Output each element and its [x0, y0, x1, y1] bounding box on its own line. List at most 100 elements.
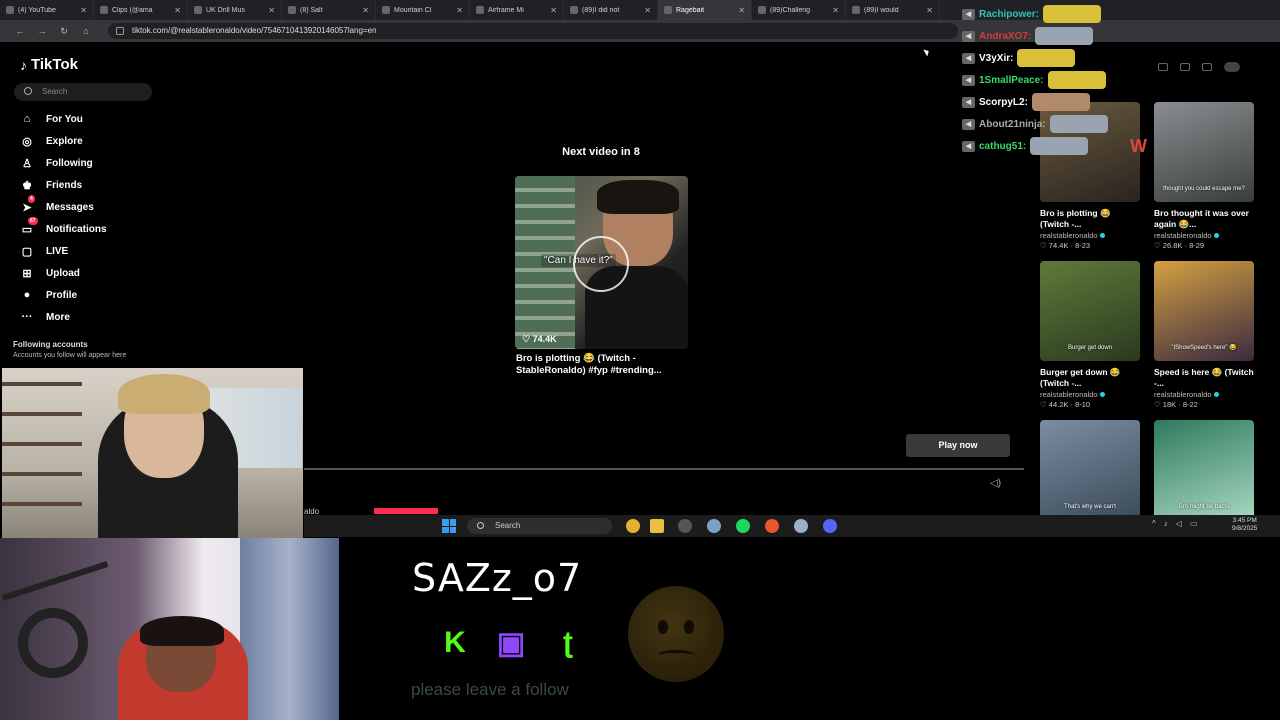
microphone-icon [18, 608, 88, 678]
play-now-button[interactable]: Play now [906, 434, 1010, 457]
kick-icon: K [444, 626, 466, 659]
mouse-cursor-icon [923, 47, 931, 57]
clock-date: 9/8/2025 [1232, 525, 1258, 532]
tray-mic-icon[interactable]: ♪ [1164, 519, 1168, 528]
related-thumbnail[interactable]: Bro might be Itachi [1154, 420, 1254, 520]
tab-close-icon[interactable]: ✕ [80, 6, 87, 15]
forward-icon[interactable]: → [36, 26, 48, 36]
clock-app-icon[interactable] [678, 519, 692, 533]
tab-favicon-icon [570, 6, 578, 14]
taskbar-search[interactable]: Search [467, 518, 612, 534]
sidebar-item-label: Notifications [46, 223, 107, 235]
tab-favicon-icon [6, 6, 14, 14]
browser-tab[interactable]: (89)I would ✕ [846, 0, 940, 20]
related-video-card[interactable]: That's why we can't [1040, 420, 1140, 520]
glyph: ⊞ [22, 267, 32, 280]
browser-tab[interactable]: Mountain Cl ✕ [376, 0, 470, 20]
play-circle-icon[interactable] [573, 236, 629, 292]
related-thumbnail[interactable]: That's why we can't [1040, 420, 1140, 520]
spotify-icon[interactable] [736, 519, 750, 533]
brave-icon[interactable] [765, 519, 779, 533]
compass-icon: ◎ [20, 134, 34, 148]
tab-close-icon[interactable]: ✕ [926, 6, 933, 15]
chrome-icon[interactable] [626, 519, 640, 533]
tab-close-icon[interactable]: ✕ [268, 6, 275, 15]
tray-volume-icon[interactable]: ◁ [1176, 519, 1182, 528]
related-author[interactable]: realstableronaldo [1154, 231, 1254, 240]
sidebar-item-profile[interactable]: ● Profile [20, 288, 77, 302]
tab-close-icon[interactable]: ✕ [644, 6, 651, 15]
chat-emote-icon [1017, 49, 1076, 67]
taskbar-clock[interactable]: 3:45 PM 9/8/2025 [1232, 517, 1257, 533]
tab-close-icon[interactable]: ✕ [362, 6, 369, 15]
next-video-title[interactable]: Bro is plotting 😂 (Twitch - StableRonald… [516, 353, 696, 377]
home-browser-icon[interactable]: ⌂ [80, 26, 92, 36]
browser-tab[interactable]: Ragebait ✕ [658, 0, 752, 20]
more-icon: ··· [20, 310, 34, 324]
sidebar-item-messages[interactable]: ➤ 4 Messages [20, 195, 94, 214]
browser-tab[interactable]: (89)Challeng ✕ [752, 0, 846, 20]
steam-icon[interactable] [794, 519, 808, 533]
profile-dot-icon[interactable] [1224, 62, 1240, 72]
sidebar-item-explore[interactable]: ◎ Explore [20, 134, 83, 148]
search-input[interactable]: Search [14, 83, 152, 101]
glyph: ··· [21, 311, 33, 323]
browser-tab[interactable]: (89)I did not ✕ [564, 0, 658, 20]
related-author[interactable]: realstableronaldo [1040, 231, 1140, 240]
related-title[interactable]: Burger get down 😂 (Twitch -... [1040, 367, 1140, 389]
likes-count: 74.4K [532, 334, 557, 344]
browser-tab[interactable]: UK Drill Mus ✕ [188, 0, 282, 20]
sidebar-item-more[interactable]: ··· More [20, 310, 70, 324]
browser-tab[interactable]: Clips (@ama ✕ [94, 0, 188, 20]
file-explorer-icon[interactable] [650, 519, 664, 533]
browser-tab[interactable]: (8) Salt ✕ [282, 0, 376, 20]
follow-button-peek[interactable] [374, 508, 438, 514]
windows-start-icon[interactable] [442, 519, 456, 533]
related-thumbnail[interactable]: Burger get down [1040, 261, 1140, 361]
settings-icon[interactable] [707, 519, 721, 533]
related-title[interactable]: Speed is here 😂 (Twitch -... [1154, 367, 1254, 389]
thumbnail-likes: ♡ 74.4K [522, 334, 557, 345]
related-thumbnail[interactable]: "IShowSpeed's here" 😂 [1154, 261, 1254, 361]
related-video-card[interactable]: Bro might be Itachi [1154, 420, 1254, 520]
sidebar-item-live[interactable]: ▢ LIVE [20, 244, 68, 258]
reload-icon[interactable]: ↻ [58, 26, 70, 37]
verified-icon [1213, 392, 1219, 397]
browser-tab[interactable]: (4) YouTube ✕ [0, 0, 94, 20]
tray-display-icon[interactable]: ▭ [1190, 519, 1198, 528]
volume-icon[interactable]: ◁) [990, 478, 1001, 489]
download-icon[interactable] [1202, 63, 1212, 71]
browser-tab[interactable]: Airframe Mi ✕ [470, 0, 564, 20]
related-stats: ♡ 26.8K · 8-29 [1154, 241, 1205, 250]
screen: (4) YouTube ✕ Clips (@ama ✕ UK Drill Mus ✕ (8)… [0, 0, 1280, 720]
sidebar-item-notifications[interactable]: ▭ 67 Notifications [20, 217, 107, 236]
address-bar[interactable]: tiktok.com/@realstableronaldo/video/7546… [108, 23, 958, 39]
video-progress-bar[interactable] [304, 468, 1024, 470]
tab-close-icon[interactable]: ✕ [174, 6, 181, 15]
notification-badge: 67 [28, 217, 38, 225]
related-title[interactable]: Bro thought it was over again 😂... [1154, 208, 1254, 230]
related-title[interactable]: Bro is plotting 😂 (Twitch -... [1040, 208, 1140, 230]
tab-close-icon[interactable]: ✕ [456, 6, 463, 15]
related-author[interactable]: realstableronaldo [1040, 390, 1140, 399]
tab-title: (89)I would [864, 6, 899, 14]
tray-chevron-icon[interactable]: ^ [1152, 519, 1156, 528]
discord-icon[interactable] [823, 519, 837, 533]
tab-close-icon[interactable]: ✕ [832, 6, 839, 15]
sidebar-item-friends[interactable]: ♚ Friends [20, 178, 82, 192]
clock-time: 3:45 PM [1232, 517, 1257, 524]
tiktok-logo[interactable]: ♪ TikTok [20, 56, 78, 73]
related-video-card[interactable]: "IShowSpeed's here" 😂 Speed is here 😂 (Tw… [1154, 261, 1254, 409]
tiktok-sidebar: ♪ TikTok Search ⌂ For You ◎ Explore ♙ Followi… [0, 42, 160, 368]
related-author[interactable]: realstableronaldo [1154, 390, 1254, 399]
sidebar-item-label: Following [46, 157, 93, 169]
site-info-icon[interactable] [116, 27, 124, 35]
sidebar-item-upload[interactable]: ⊞ Upload [20, 266, 80, 280]
sidebar-item-for-you[interactable]: ⌂ For You [20, 112, 83, 126]
related-video-card[interactable]: Burger get down Burger get down 😂 (Twitch… [1040, 261, 1140, 409]
sidebar-item-following[interactable]: ♙ Following [20, 156, 93, 170]
tab-close-icon[interactable]: ✕ [550, 6, 557, 15]
tab-close-icon[interactable]: ✕ [738, 6, 745, 15]
next-video-thumbnail[interactable]: "Can I have it?" ♡ 74.4K [515, 176, 688, 349]
back-icon[interactable]: ← [14, 26, 26, 36]
